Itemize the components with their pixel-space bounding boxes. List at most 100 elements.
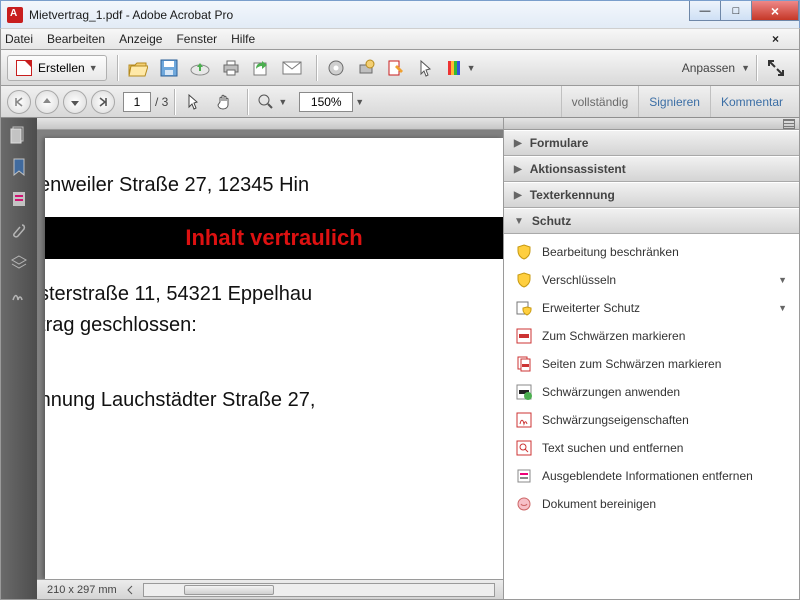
select-tool-button[interactable] bbox=[413, 55, 439, 81]
chevron-down-icon[interactable]: ▼ bbox=[355, 97, 364, 107]
page-number-input[interactable] bbox=[123, 92, 151, 112]
cursor-arrow-icon bbox=[187, 94, 201, 110]
menu-file[interactable]: Datei bbox=[5, 32, 33, 46]
save-icon bbox=[160, 59, 178, 77]
section-ocr-label: Texterkennung bbox=[530, 188, 615, 202]
hand-icon bbox=[216, 94, 232, 110]
item-advanced-protection[interactable]: Erweiterter Schutz▼ bbox=[504, 294, 799, 322]
envelope-icon bbox=[282, 61, 302, 75]
first-page-button[interactable] bbox=[7, 90, 31, 114]
attachment-icon[interactable] bbox=[10, 222, 28, 240]
menubar-close-icon[interactable]: × bbox=[772, 32, 779, 46]
fullscreen-button[interactable] bbox=[763, 55, 789, 81]
page-panel-icon[interactable] bbox=[10, 190, 28, 208]
save-button[interactable] bbox=[156, 55, 182, 81]
edit-pdf-icon bbox=[387, 59, 405, 77]
first-page-icon bbox=[13, 96, 25, 108]
status-bar: 210 x 297 mm bbox=[37, 579, 503, 599]
hand-tool-button[interactable] bbox=[211, 89, 237, 115]
thumbnails-icon[interactable] bbox=[10, 126, 28, 144]
item-redaction-properties[interactable]: Schwärzungseigenschaften bbox=[504, 406, 799, 434]
section-protection[interactable]: ▼Schutz bbox=[504, 208, 799, 234]
chevron-down-icon: ▼ bbox=[89, 63, 98, 73]
edit-pdf-button[interactable] bbox=[383, 55, 409, 81]
pdf-icon bbox=[16, 60, 32, 76]
last-page-icon bbox=[97, 96, 109, 108]
navigation-toolbar: / 3 ▼ ▼ vollständig Signieren Kommentar bbox=[0, 86, 800, 118]
chevron-down-icon: ▼ bbox=[467, 63, 476, 73]
redaction-overlay: Inhalt vertraulich bbox=[45, 217, 503, 259]
horizontal-scrollbar[interactable] bbox=[143, 583, 495, 597]
selection-tool-button[interactable] bbox=[181, 89, 207, 115]
main-toolbar: Erstellen ▼ ▼ Anpassen ▼ bbox=[0, 50, 800, 86]
customize-label[interactable]: Anpassen bbox=[682, 61, 735, 75]
menu-view[interactable]: Anzeige bbox=[119, 32, 162, 46]
tab-sign[interactable]: Signieren bbox=[638, 86, 710, 117]
window-titlebar: Mietvertrag_1.pdf - Adobe Acrobat Pro — … bbox=[0, 0, 800, 28]
share-icon bbox=[252, 59, 270, 77]
shield-icon bbox=[516, 272, 532, 288]
last-page-button[interactable] bbox=[91, 90, 115, 114]
menu-edit[interactable]: Bearbeiten bbox=[47, 32, 105, 46]
bookmark-icon[interactable] bbox=[10, 158, 28, 176]
arrow-down-icon bbox=[70, 97, 80, 107]
window-close-button[interactable]: × bbox=[751, 1, 799, 21]
print-production-button[interactable] bbox=[353, 55, 379, 81]
doc-header-strip bbox=[37, 118, 503, 130]
color-button[interactable]: ▼ bbox=[443, 55, 480, 81]
window-maximize-button[interactable]: □ bbox=[720, 1, 752, 21]
item-encrypt[interactable]: Verschlüsseln▼ bbox=[504, 266, 799, 294]
scrollbar-thumb[interactable] bbox=[184, 585, 274, 595]
section-forms-label: Formulare bbox=[530, 136, 589, 150]
create-label: Erstellen bbox=[38, 61, 85, 75]
sanitize-icon bbox=[516, 496, 532, 512]
next-page-button[interactable] bbox=[63, 90, 87, 114]
section-forms[interactable]: ▶ Formulare bbox=[504, 130, 799, 156]
item-mark-pages-redaction[interactable]: Seiten zum Schwärzen markieren bbox=[504, 350, 799, 378]
gear-button[interactable] bbox=[323, 55, 349, 81]
triangle-right-icon: ▶ bbox=[514, 190, 522, 201]
section-action-wizard[interactable]: ▶Aktionsassistent bbox=[504, 156, 799, 182]
doc-line-4: vird die Wohnung Lauchstädter Straße 27, bbox=[45, 389, 503, 412]
document-page[interactable]: Muster, Liebenweiler Straße 27, 12345 Hi… bbox=[45, 138, 503, 579]
item-restrict-editing[interactable]: Bearbeitung beschränken bbox=[504, 238, 799, 266]
redaction-label: Inhalt vertraulich bbox=[185, 225, 362, 250]
folder-open-icon bbox=[128, 59, 148, 77]
tab-comment[interactable]: Kommentar bbox=[710, 86, 793, 117]
email-button[interactable] bbox=[278, 55, 306, 81]
print-production-icon bbox=[357, 59, 375, 77]
printer-icon bbox=[222, 59, 240, 77]
triangle-right-icon: ▶ bbox=[514, 138, 522, 149]
panel-menu-icon[interactable] bbox=[783, 119, 795, 129]
item-mark-redaction[interactable]: Zum Schwärzen markieren bbox=[504, 322, 799, 350]
item-sanitize-document[interactable]: Dokument bereinigen bbox=[504, 490, 799, 518]
window-minimize-button[interactable]: — bbox=[689, 1, 721, 21]
doc-line-2: nhaft in Musterstraße 11, 54321 Eppelhau bbox=[45, 283, 503, 306]
main-area: Muster, Liebenweiler Straße 27, 12345 Hi… bbox=[0, 118, 800, 600]
item-remove-hidden-info[interactable]: Ausgeblendete Informationen entfernen bbox=[504, 462, 799, 490]
print-button[interactable] bbox=[218, 55, 244, 81]
create-button[interactable]: Erstellen ▼ bbox=[7, 55, 107, 81]
signatures-icon[interactable] bbox=[10, 286, 28, 304]
tools-header-strip bbox=[504, 118, 799, 130]
menu-bar: Datei Bearbeiten Anzeige Fenster Hilfe × bbox=[0, 28, 800, 50]
document-area: Muster, Liebenweiler Straße 27, 12345 Hi… bbox=[37, 118, 503, 599]
layers-icon[interactable] bbox=[10, 254, 28, 272]
zoom-input[interactable] bbox=[299, 92, 353, 112]
chevron-left-icon[interactable] bbox=[125, 585, 135, 595]
section-protection-label: Schutz bbox=[532, 214, 571, 228]
item-search-remove-text[interactable]: Text suchen und entfernen bbox=[504, 434, 799, 462]
open-button[interactable] bbox=[124, 55, 152, 81]
doc-line-1: Muster, Liebenweiler Straße 27, 12345 Hi… bbox=[45, 174, 503, 197]
prev-page-button[interactable] bbox=[35, 90, 59, 114]
app-icon bbox=[7, 7, 23, 23]
zoom-marquee-button[interactable]: ▼ bbox=[254, 89, 291, 115]
menu-help[interactable]: Hilfe bbox=[231, 32, 255, 46]
menu-window[interactable]: Fenster bbox=[176, 32, 217, 46]
section-ocr[interactable]: ▶ Texterkennung bbox=[504, 182, 799, 208]
share-button[interactable] bbox=[248, 55, 274, 81]
tab-full[interactable]: vollständig bbox=[561, 86, 639, 117]
item-apply-redactions[interactable]: Schwärzungen anwenden bbox=[504, 378, 799, 406]
chevron-down-icon[interactable]: ▼ bbox=[741, 63, 750, 73]
cloud-button[interactable] bbox=[186, 55, 214, 81]
